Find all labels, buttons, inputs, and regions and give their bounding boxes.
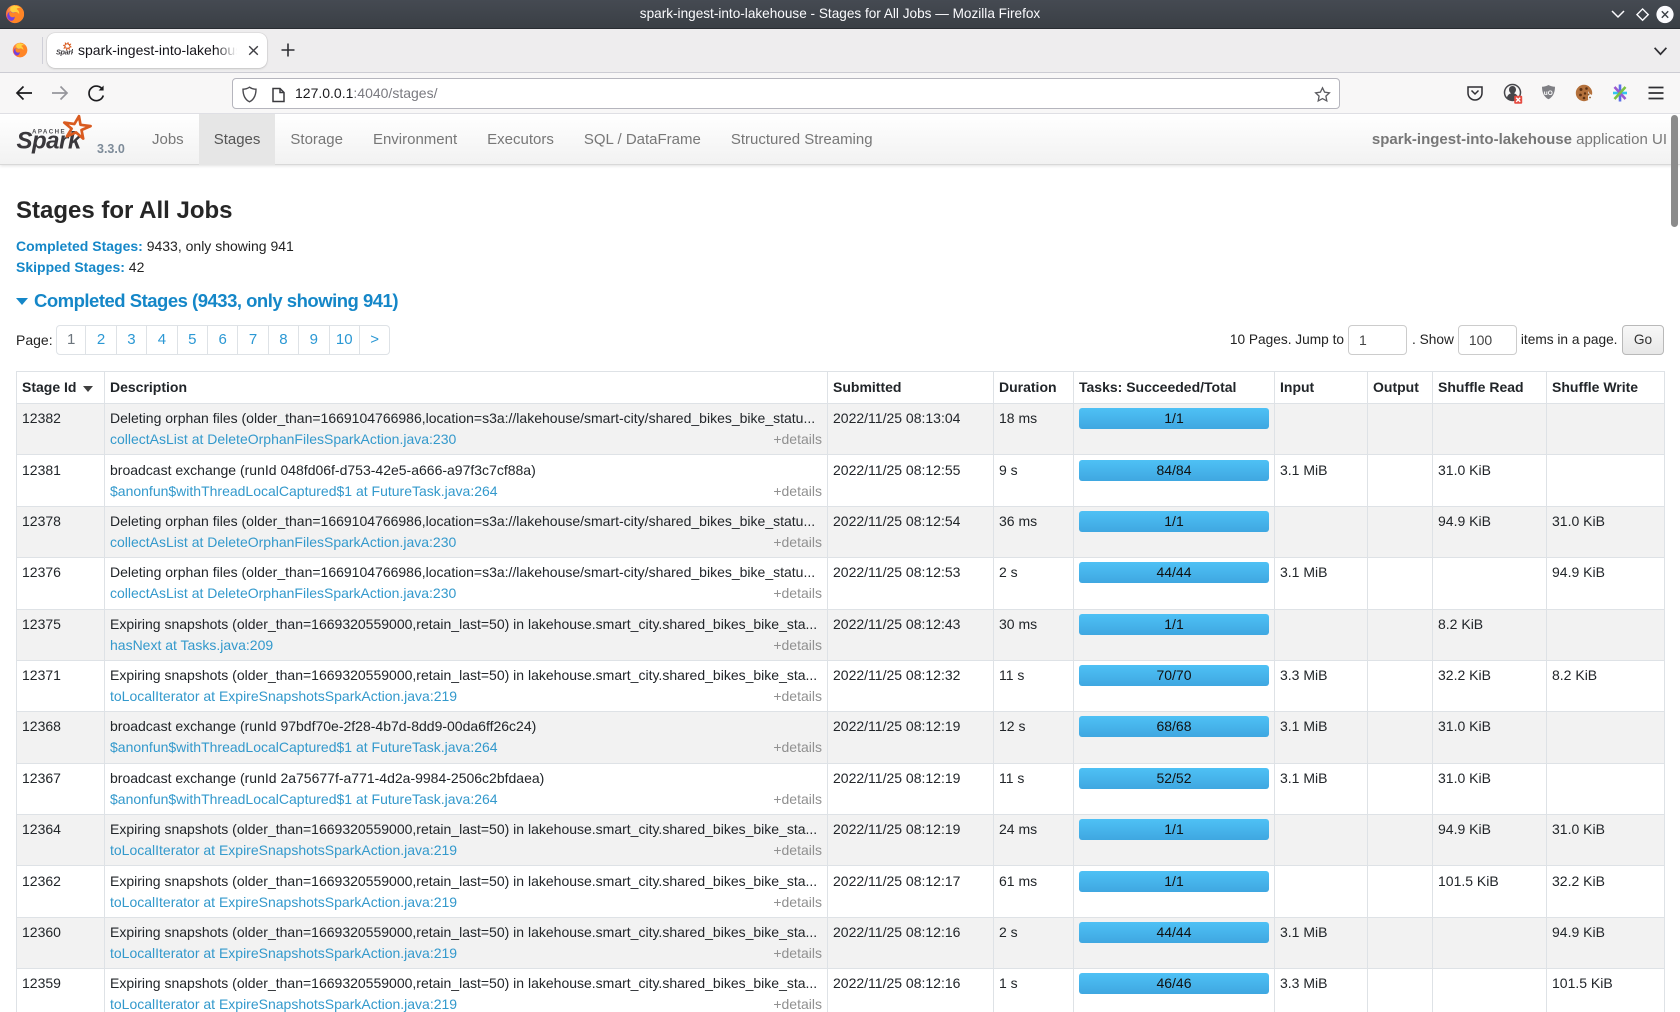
svg-text:uO: uO	[1544, 90, 1553, 97]
svg-text:Spark: Spark	[56, 47, 73, 56]
svg-text:Spark: Spark	[17, 128, 83, 155]
